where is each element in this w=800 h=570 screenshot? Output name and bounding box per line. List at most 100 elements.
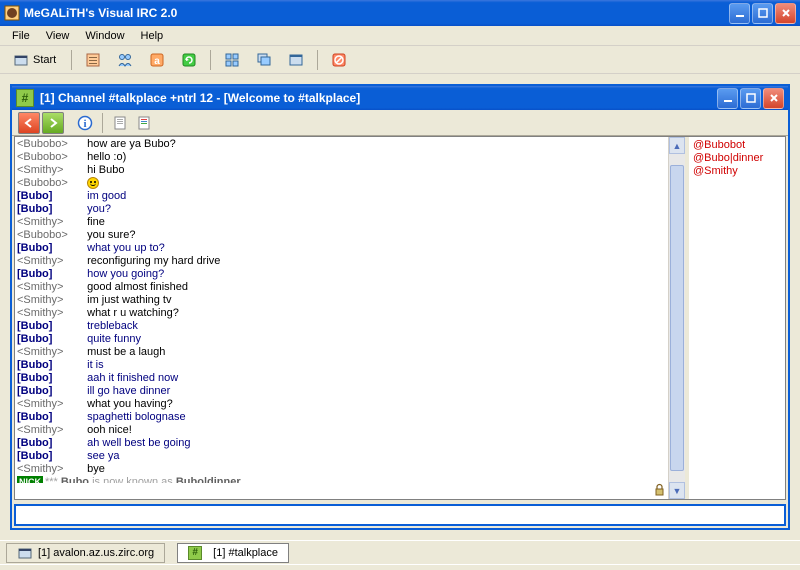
chat-pane: <Bubobo> how are ya Bubo?<Bubobo> hello … [15, 137, 668, 499]
chat-nick: [Bubo] [17, 190, 81, 203]
toolbar-btn-1[interactable] [78, 49, 108, 71]
channel-title: [1] Channel #talkplace +ntrl 12 - [Welco… [40, 91, 717, 105]
chat-nick: <Smithy> [17, 463, 81, 476]
toolbar-btn-2[interactable] [110, 49, 140, 71]
chat-text: aah it finished now [87, 372, 178, 385]
start-button[interactable]: Start [6, 49, 65, 71]
chat-nick: [Bubo] [17, 450, 81, 463]
channel-tb-btn-4[interactable] [109, 112, 131, 134]
task-server-button[interactable]: [1] avalon.az.us.zirc.org [6, 543, 165, 563]
chat-line: <Smithy> what you having? [17, 398, 666, 411]
chat-nick: <Bubobo> [17, 138, 81, 151]
chat-nick: <Bubobo> [17, 177, 81, 190]
scroll-thumb[interactable] [670, 165, 684, 471]
menu-help[interactable]: Help [133, 28, 172, 44]
channel-tb-btn-5[interactable] [133, 112, 155, 134]
chat-text: what you up to? [87, 242, 165, 255]
chat-nick: [Bubo] [17, 359, 81, 372]
chat-text: fine [87, 216, 105, 229]
color-page-icon [136, 115, 152, 131]
chat-nick: <Smithy> [17, 164, 81, 177]
maximize-button[interactable] [752, 3, 773, 24]
lock-icon [653, 483, 666, 499]
window-taskbar: [1] avalon.az.us.zirc.org # [1] #talkpla… [0, 540, 800, 564]
toolbar-separator [102, 113, 103, 133]
menu-view[interactable]: View [38, 28, 78, 44]
task-channel-button[interactable]: # [1] #talkplace [177, 543, 289, 563]
chat-text: hi Bubo [87, 164, 124, 177]
users-icon [117, 52, 133, 68]
toolbar-btn-7[interactable] [281, 49, 311, 71]
scroll-down-button[interactable]: ▼ [669, 482, 685, 499]
channel-hash-icon: # [188, 546, 202, 560]
channel-titlebar[interactable]: # [1] Channel #talkplace +ntrl 12 - [Wel… [12, 86, 788, 110]
chat-text: it is [87, 359, 104, 372]
chat-text [87, 177, 99, 190]
channel-maximize-button[interactable] [740, 88, 761, 109]
chat-nick: <Bubobo> [17, 151, 81, 164]
chat-line: [Bubo] im good [17, 190, 666, 203]
chat-line: [Bubo] quite funny [17, 333, 666, 346]
chat-line: <Bubobo> hello :o) [17, 151, 666, 164]
message-input[interactable] [14, 504, 786, 526]
toolbar-btn-3[interactable]: a [142, 49, 172, 71]
chat-line: <Smithy> ooh nice! [17, 424, 666, 437]
chat-text: quite funny [87, 333, 141, 346]
channel-window: # [1] Channel #talkplace +ntrl 12 - [Wel… [10, 84, 790, 530]
chat-text: im good [87, 190, 126, 203]
scroll-up-button[interactable]: ▲ [669, 137, 685, 154]
app-title: MeGALiTH's Visual IRC 2.0 [24, 6, 729, 20]
chat-nick: [Bubo] [17, 242, 81, 255]
new-nick: Bubo|dinner [176, 476, 241, 483]
menu-file[interactable]: File [4, 28, 38, 44]
toolbar-btn-5[interactable] [217, 49, 247, 71]
chat-messages[interactable]: <Bubobo> how are ya Bubo?<Bubobo> hello … [15, 137, 668, 483]
info-icon: i [77, 115, 93, 131]
chat-line: [Bubo] ah well best be going [17, 437, 666, 450]
tile-icon [224, 52, 240, 68]
nicklist-entry[interactable]: @Smithy [693, 165, 781, 178]
channel-tb-btn-2[interactable] [42, 112, 64, 134]
chat-nick: [Bubo] [17, 372, 81, 385]
chat-line: <Smithy> bye [17, 463, 666, 476]
chat-line: [Bubo] aah it finished now [17, 372, 666, 385]
main-titlebar: MeGALiTH's Visual IRC 2.0 [0, 0, 800, 26]
toolbar-btn-8[interactable] [324, 49, 354, 71]
cascade-icon [256, 52, 272, 68]
chat-nick: [Bubo] [17, 268, 81, 281]
chat-scrollbar[interactable]: ▲ ▼ [668, 137, 685, 499]
chat-text: what you having? [87, 398, 173, 411]
mdi-client-area: # [1] Channel #talkplace +ntrl 12 - [Wel… [0, 74, 800, 540]
refresh-icon [181, 52, 197, 68]
toolbar-btn-6[interactable] [249, 49, 279, 71]
menubar: File View Window Help [0, 26, 800, 46]
toolbar-btn-4[interactable] [174, 49, 204, 71]
channel-window-controls [717, 88, 784, 109]
close-button[interactable] [775, 3, 796, 24]
channel-minimize-button[interactable] [717, 88, 738, 109]
chat-text: ah well best be going [87, 437, 190, 450]
chat-line: <Smithy> what r u watching? [17, 307, 666, 320]
chat-line: [Bubo] ill go have dinner [17, 385, 666, 398]
chat-nick: [Bubo] [17, 320, 81, 333]
channel-tb-btn-1[interactable] [18, 112, 40, 134]
menu-window[interactable]: Window [77, 28, 132, 44]
chat-line: [Bubo] what you up to? [17, 242, 666, 255]
chat-nick: [Bubo] [17, 333, 81, 346]
back-arrow-icon [23, 117, 35, 129]
chat-text: must be a laugh [87, 346, 165, 359]
chat-text: what r u watching? [87, 307, 179, 320]
nicklist[interactable]: @Bubobot@Bubo|dinner@Smithy [685, 137, 785, 499]
forward-arrow-icon [47, 117, 59, 129]
nicklist-entry[interactable]: @Bubobot [693, 139, 781, 152]
chat-text: ill go have dinner [87, 385, 170, 398]
chat-text: hello :o) [87, 151, 126, 164]
svg-text:i: i [83, 118, 86, 130]
channel-close-button[interactable] [763, 88, 784, 109]
server-window-icon [17, 545, 33, 561]
channel-tb-btn-3[interactable]: i [74, 112, 96, 134]
chat-nick: <Smithy> [17, 281, 81, 294]
nicklist-entry[interactable]: @Bubo|dinner [693, 152, 781, 165]
minimize-button[interactable] [729, 3, 750, 24]
chat-line: <Smithy> im just wathing tv [17, 294, 666, 307]
